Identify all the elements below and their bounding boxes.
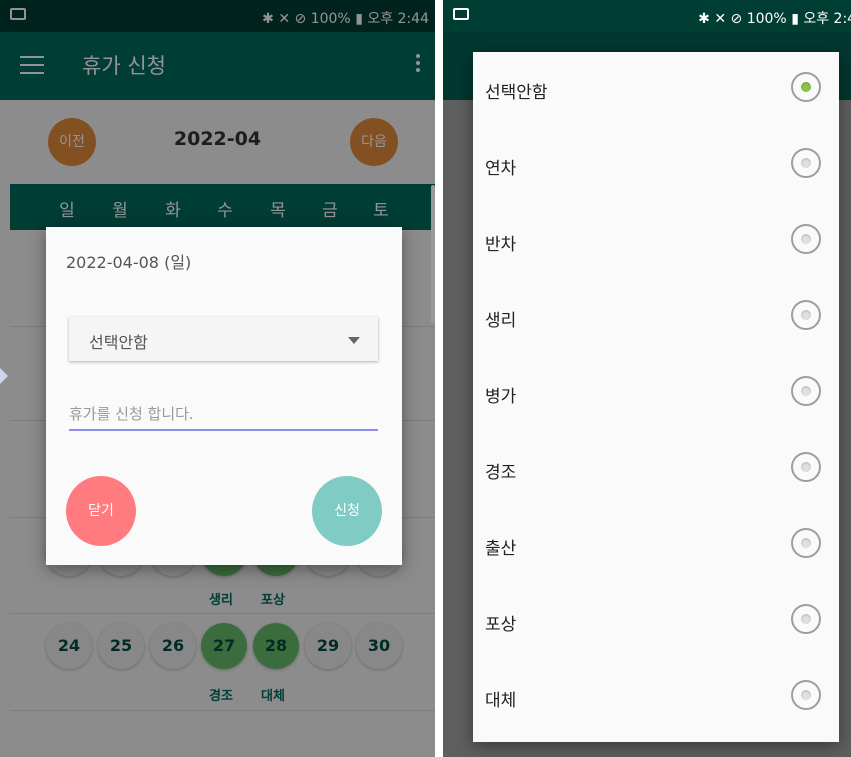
edge-arrow-icon	[0, 368, 8, 384]
option-item[interactable]: 생리	[473, 280, 839, 356]
option-item[interactable]: 병가	[473, 356, 839, 432]
status-indicators: ✱ ✕ ⊘ 100% ▮ 오후 2:44	[698, 11, 851, 27]
radio-selected-icon[interactable]	[791, 72, 821, 102]
dialog-date: 2022-04-08 (일)	[66, 253, 192, 272]
option-label: 생리	[485, 311, 517, 331]
close-button[interactable]: 닫기	[66, 476, 136, 546]
option-label: 반차	[485, 235, 517, 255]
leave-type-options-dialog: 선택안함 연차 반차 생리 병가 경조 출산 포상 대체	[473, 52, 839, 742]
option-label: 포상	[485, 615, 517, 635]
option-label: 출산	[485, 539, 517, 559]
radio-icon[interactable]	[791, 680, 821, 710]
radio-icon[interactable]	[791, 300, 821, 330]
status-bar: ✱ ✕ ⊘ 100% ▮ 오후 2:44	[443, 0, 851, 32]
dropdown-arrow-icon	[348, 337, 360, 344]
option-item[interactable]: 반차	[473, 204, 839, 280]
leave-request-dialog: 2022-04-08 (일) 선택안함 닫기 신청	[46, 227, 402, 565]
option-item[interactable]: 연차	[473, 128, 839, 204]
radio-icon[interactable]	[791, 604, 821, 634]
leave-type-spinner[interactable]: 선택안함	[69, 317, 378, 361]
gallery-icon	[453, 8, 469, 20]
option-item[interactable]: 포상	[473, 584, 839, 660]
left-screen: ✱ ✕ ⊘ 100% ▮ 오후 2:44 휴가 신청 이전 2022-04 다음…	[0, 0, 435, 757]
radio-icon[interactable]	[791, 528, 821, 558]
right-screen: ✱ ✕ ⊘ 100% ▮ 오후 2:44 선택안함 연차 반차 생리 병가 경조	[443, 0, 851, 757]
option-label: 대체	[485, 691, 517, 711]
radio-icon[interactable]	[791, 148, 821, 178]
spinner-selected-value: 선택안함	[89, 333, 148, 352]
radio-icon[interactable]	[791, 452, 821, 482]
radio-icon[interactable]	[791, 376, 821, 406]
apply-button[interactable]: 신청	[312, 476, 382, 546]
option-item[interactable]: 대체	[473, 660, 839, 736]
option-item[interactable]: 경조	[473, 432, 839, 508]
option-label: 연차	[485, 159, 517, 179]
option-item[interactable]: 선택안함	[473, 52, 839, 128]
option-label: 선택안함	[485, 83, 548, 103]
option-label: 병가	[485, 387, 517, 407]
radio-icon[interactable]	[791, 224, 821, 254]
edge-panel-handle[interactable]	[431, 185, 435, 323]
option-label: 경조	[485, 463, 517, 483]
reason-input[interactable]	[69, 399, 378, 431]
option-item[interactable]: 출산	[473, 508, 839, 584]
